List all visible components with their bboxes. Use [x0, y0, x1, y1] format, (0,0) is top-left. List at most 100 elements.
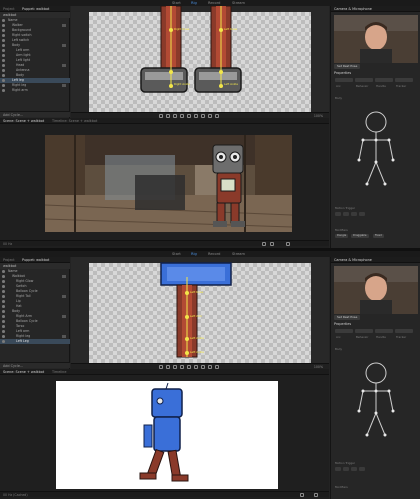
hand-tool-icon[interactable]: [166, 114, 170, 118]
trigger-button[interactable]: [359, 467, 365, 471]
trigger-button[interactable]: [343, 212, 349, 216]
fullscreen-icon[interactable]: [286, 242, 290, 246]
tree-row[interactable]: Right arm: [0, 88, 70, 93]
trigger-button[interactable]: [351, 467, 357, 471]
zoom-tool-icon[interactable]: [173, 114, 177, 118]
puppet-view[interactable]: Left Knee Left Arm Left Ankle Left Ankle: [71, 257, 329, 369]
visibility-eye-icon[interactable]: [2, 305, 5, 308]
set-rest-pose-button[interactable]: Set Rest Pose: [334, 315, 361, 320]
visibility-eye-icon[interactable]: [2, 310, 5, 313]
play-icon[interactable]: [262, 242, 266, 246]
modifier-draggable-button[interactable]: Draggable: [351, 234, 369, 238]
puppet-view[interactable]: Right Knee Left Knee Right Ankle Left An…: [71, 6, 329, 118]
property-button[interactable]: [395, 78, 413, 82]
trigger-button[interactable]: [335, 212, 341, 216]
tab-camera-mic[interactable]: Camera & Microphone: [334, 257, 372, 263]
warehouse-scene-art: [45, 135, 292, 232]
tab-scene[interactable]: Scene: Scene + walkbot: [3, 369, 44, 375]
visibility-eye-icon[interactable]: [2, 320, 5, 323]
dangle-tool-icon[interactable]: [208, 114, 212, 118]
scene-canvas[interactable]: [45, 135, 292, 232]
property-button[interactable]: [355, 78, 373, 82]
stick-tool-icon[interactable]: [194, 114, 198, 118]
handle-tool-icon[interactable]: [187, 365, 191, 369]
property-button[interactable]: [335, 78, 353, 82]
tab-timeline[interactable]: Timeline: Scene + walkbot: [52, 118, 97, 124]
origin-tool-icon[interactable]: [180, 365, 184, 369]
modifier-dangle-button[interactable]: Dangle: [335, 234, 349, 238]
visibility-eye-icon[interactable]: [2, 74, 5, 77]
scene-canvas[interactable]: [56, 381, 278, 489]
select-tool-icon[interactable]: [159, 114, 163, 118]
scene-status-bar: 00 Hz (Cached): [0, 491, 329, 497]
visibility-eye-icon[interactable]: [2, 49, 5, 52]
property-button[interactable]: [335, 329, 353, 333]
visibility-eye-icon[interactable]: [2, 89, 5, 92]
tree-row-label: Left Leg: [16, 339, 29, 343]
visibility-eye-icon[interactable]: [2, 29, 5, 32]
property-button[interactable]: [375, 78, 393, 82]
character-animator-window-bottom: Start Rig Record Stream Project Puppet: …: [0, 251, 420, 499]
visibility-eye-icon[interactable]: [2, 79, 5, 82]
property-button[interactable]: [375, 329, 393, 333]
pin-tool-icon[interactable]: [201, 365, 205, 369]
select-tool-icon[interactable]: [159, 365, 163, 369]
record-icon[interactable]: [300, 493, 304, 497]
modifier-fixed-button[interactable]: Fixed: [373, 234, 384, 238]
visibility-eye-icon[interactable]: [2, 295, 5, 298]
tab-camera-mic[interactable]: Camera & Microphone: [334, 6, 372, 12]
handle-tool-icon[interactable]: [187, 114, 191, 118]
record-icon[interactable]: [270, 242, 274, 246]
stick-tool-icon[interactable]: [194, 365, 198, 369]
visibility-eye-icon[interactable]: [2, 59, 5, 62]
visibility-eye-icon[interactable]: [2, 44, 5, 47]
pin-tool-icon[interactable]: [201, 114, 205, 118]
trigger-button[interactable]: [359, 212, 365, 216]
origin-tool-icon[interactable]: [180, 114, 184, 118]
visibility-eye-icon[interactable]: [2, 275, 5, 278]
trigger-button[interactable]: [335, 467, 341, 471]
visibility-eye-icon[interactable]: [2, 300, 5, 303]
behavior-tag-icon: [62, 84, 66, 87]
fullscreen-icon[interactable]: [314, 493, 318, 497]
bone-tool-icon[interactable]: [215, 114, 219, 118]
right-panels: Camera & Microphone Set Rest Pose Proper…: [330, 6, 420, 248]
tab-scene[interactable]: Scene: Scene + walkbot: [3, 118, 44, 124]
visibility-eye-icon[interactable]: [2, 24, 5, 27]
visibility-eye-icon[interactable]: [2, 19, 5, 22]
set-rest-pose-button[interactable]: Set Rest Pose: [334, 64, 361, 69]
visibility-eye-icon[interactable]: [2, 280, 5, 283]
visibility-eye-icon[interactable]: [2, 340, 5, 343]
layer-tree: Name Walker Background Right switch Left swi…: [0, 18, 70, 93]
visibility-eye-icon[interactable]: [2, 270, 5, 273]
property-button[interactable]: [395, 329, 413, 333]
visibility-eye-icon[interactable]: [2, 69, 5, 72]
handle-label: Left Ankle: [190, 350, 204, 354]
property-button[interactable]: [355, 329, 373, 333]
hand-tool-icon[interactable]: [166, 365, 170, 369]
visibility-eye-icon[interactable]: [2, 84, 5, 87]
visibility-eye-icon[interactable]: [2, 290, 5, 293]
scene-panel: Scene: Scene + walkbot Timeline: Scene +…: [0, 118, 329, 248]
dangle-tool-icon[interactable]: [208, 365, 212, 369]
bone-tool-icon[interactable]: [215, 365, 219, 369]
trigger-button[interactable]: [351, 212, 357, 216]
trigger-button[interactable]: [343, 467, 349, 471]
tree-row-label: Right arm: [12, 88, 28, 92]
add-cycle-button[interactable]: Add Cycle...: [0, 362, 70, 368]
visibility-eye-icon[interactable]: [2, 335, 5, 338]
tree-row[interactable]: Left Leg: [0, 339, 70, 344]
visibility-eye-icon[interactable]: [2, 325, 5, 328]
add-cycle-button[interactable]: Add Cycle...: [0, 111, 70, 117]
visibility-eye-icon[interactable]: [2, 285, 5, 288]
visibility-eye-icon[interactable]: [2, 34, 5, 37]
zoom-tool-icon[interactable]: [173, 365, 177, 369]
properties-title: Properties: [334, 71, 352, 75]
handle-label: Left Knee: [224, 27, 238, 31]
visibility-eye-icon[interactable]: [2, 315, 5, 318]
visibility-eye-icon[interactable]: [2, 54, 5, 57]
visibility-eye-icon[interactable]: [2, 330, 5, 333]
tab-timeline[interactable]: Timeline: [52, 369, 66, 375]
visibility-eye-icon[interactable]: [2, 39, 5, 42]
visibility-eye-icon[interactable]: [2, 64, 5, 67]
